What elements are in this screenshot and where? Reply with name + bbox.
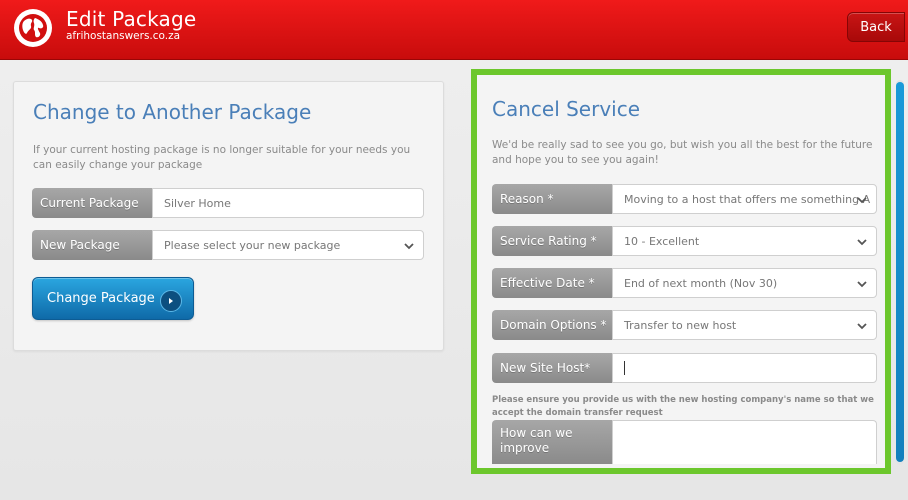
change-package-button[interactable]: Change Package [32, 277, 194, 320]
chevron-down-icon [857, 239, 867, 246]
chevron-down-icon [857, 281, 867, 288]
domain-transfer-note: Please ensure you provide us with the ne… [492, 395, 874, 418]
new-site-host-row: New Site Host* [492, 353, 877, 383]
reason-row: Reason * Moving to a host that offers me… [492, 184, 877, 214]
change-package-button-label: Change Package [47, 291, 155, 306]
text-cursor [624, 361, 625, 375]
domain-options-value: Transfer to new host [624, 318, 737, 332]
chevron-down-icon [857, 197, 867, 204]
change-package-description: If your current hosting package is no lo… [33, 144, 411, 171]
service-rating-row: Service Rating * 10 - Excellent [492, 226, 877, 256]
improve-row: How can we improve [492, 420, 877, 464]
new-package-placeholder: Please select your new package [164, 238, 341, 252]
service-rating-label: Service Rating * [492, 226, 612, 256]
effective-date-select[interactable]: End of next month (Nov 30) [612, 268, 877, 298]
scrollbar-thumb[interactable] [896, 82, 904, 462]
effective-date-label: Effective Date * [492, 268, 612, 298]
reason-label: Reason * [492, 184, 612, 214]
domain-options-select[interactable]: Transfer to new host [612, 310, 877, 340]
cancel-service-description: We'd be really sad to see you go, but wi… [492, 139, 873, 166]
improve-textarea[interactable] [612, 420, 877, 464]
reason-select[interactable]: Moving to a host that offers me somethin… [612, 184, 877, 214]
new-site-host-input[interactable] [612, 353, 877, 383]
new-package-label: New Package [32, 230, 152, 260]
new-package-row: New Package Please select your new packa… [32, 230, 424, 260]
new-site-host-label: New Site Host* [492, 353, 612, 383]
globe-logo-icon [14, 9, 52, 47]
domain-options-row: Domain Options * Transfer to new host [492, 310, 877, 340]
domain-options-label: Domain Options * [492, 310, 612, 340]
improve-label: How can we improve [492, 420, 612, 464]
reason-value: Moving to a host that offers me somethin… [624, 192, 871, 206]
change-package-title: Change to Another Package [33, 100, 312, 124]
back-button[interactable]: Back [847, 12, 905, 42]
arrow-right-icon [160, 290, 182, 312]
new-package-select[interactable]: Please select your new package [152, 230, 424, 260]
current-package-field[interactable]: Silver Home [152, 188, 424, 218]
current-package-row: Current Package Silver Home [32, 188, 424, 218]
cancel-service-title: Cancel Service [492, 97, 641, 121]
effective-date-value: End of next month (Nov 30) [624, 276, 778, 290]
service-rating-value: 10 - Excellent [624, 234, 700, 248]
page-title: Edit Package [66, 7, 197, 31]
site-domain: afrihostanswers.co.za [66, 30, 181, 42]
service-rating-select[interactable]: 10 - Excellent [612, 226, 877, 256]
app-header: Edit Package afrihostanswers.co.za Back [0, 0, 908, 60]
current-package-label: Current Package [32, 188, 152, 218]
chevron-down-icon [404, 243, 414, 250]
effective-date-row: Effective Date * End of next month (Nov … [492, 268, 877, 298]
chevron-down-icon [857, 323, 867, 330]
